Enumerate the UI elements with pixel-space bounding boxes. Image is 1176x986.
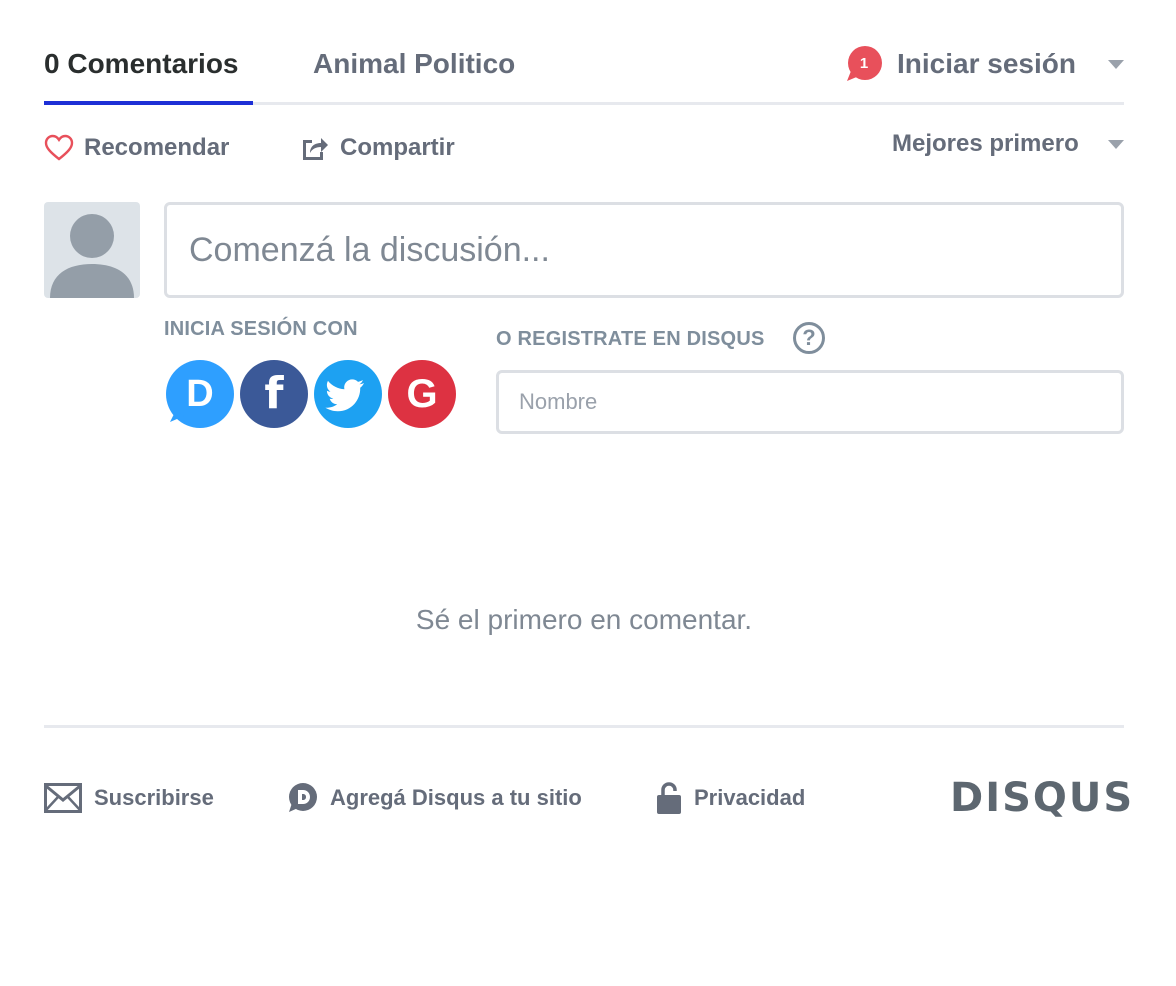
login-with-label: INICIA SESIÓN CON — [164, 318, 358, 340]
active-tab-indicator — [44, 101, 253, 105]
comment-box[interactable] — [164, 202, 1124, 298]
chevron-down-icon[interactable] — [1108, 60, 1124, 69]
footer-divider — [44, 725, 1124, 728]
disqus-logo-icon — [289, 783, 317, 812]
login-disqus-button[interactable]: D — [166, 360, 234, 428]
help-icon[interactable]: ? — [793, 322, 825, 354]
avatar — [44, 202, 140, 298]
comment-input[interactable] — [167, 205, 1121, 295]
recommend-label: Recomendar — [84, 134, 230, 161]
sort-dropdown[interactable]: Mejores primero — [892, 126, 1079, 162]
notification-count: 1 — [859, 55, 869, 72]
recommend-button[interactable]: Recomendar — [44, 130, 229, 166]
login-google-button[interactable]: G — [388, 360, 456, 428]
user-silhouette-icon — [50, 214, 134, 298]
add-disqus-label: Agregá Disqus a tu sitio — [330, 785, 582, 810]
disqus-letter: D — [186, 373, 214, 415]
add-disqus-link[interactable]: Agregá Disqus a tu sitio — [286, 778, 582, 818]
chevron-down-icon[interactable] — [1108, 140, 1124, 149]
login-label[interactable]: Iniciar sesión — [897, 48, 1076, 80]
empty-state-message: Sé el primero en comentar. — [415, 604, 753, 635]
name-input[interactable] — [499, 373, 1121, 431]
register-label: O REGISTRATE EN DISQUS — [496, 328, 765, 350]
tab-community[interactable]: Animal Politico — [313, 44, 515, 84]
login-facebook-button[interactable]: f — [240, 360, 308, 428]
envelope-icon — [44, 783, 82, 813]
share-button[interactable]: Compartir — [300, 130, 455, 166]
name-field[interactable] — [496, 370, 1124, 434]
twitter-bird-icon — [325, 379, 364, 412]
share-label: Compartir — [340, 134, 455, 161]
login-twitter-button[interactable] — [314, 360, 382, 428]
privacy-label: Privacidad — [694, 785, 806, 810]
tab-comments[interactable]: 0 Comentarios — [44, 44, 239, 84]
heart-icon — [44, 134, 74, 161]
privacy-link[interactable]: Privacidad — [656, 778, 805, 818]
share-icon — [303, 138, 328, 160]
disqus-logo[interactable]: DISQUS — [950, 774, 1134, 822]
login-menu[interactable]: 1 Iniciar sesión — [845, 44, 1076, 84]
google-letter: G — [406, 372, 438, 416]
facebook-letter: f — [264, 368, 284, 419]
lock-icon — [657, 782, 681, 814]
subscribe-link[interactable]: Suscribirse — [44, 778, 214, 818]
notification-badge[interactable]: 1 — [845, 45, 883, 83]
subscribe-label: Suscribirse — [94, 785, 214, 810]
